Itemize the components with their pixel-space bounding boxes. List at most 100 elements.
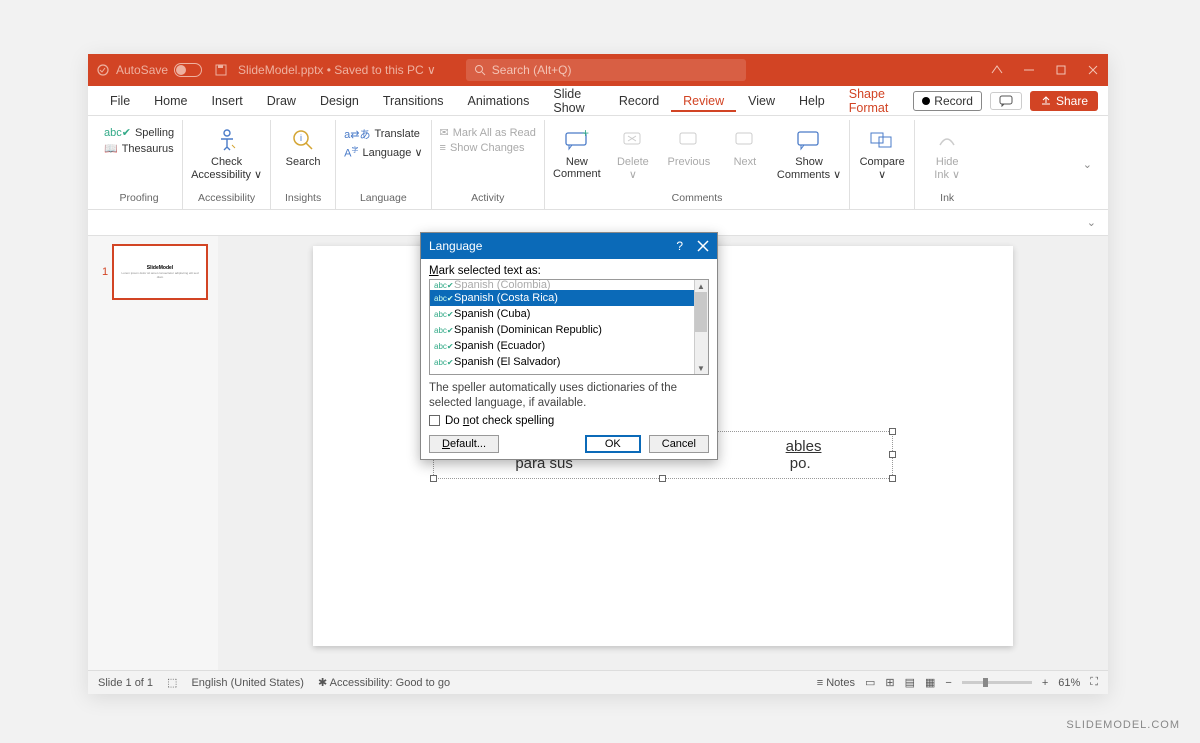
next-icon — [731, 126, 759, 154]
ink-icon — [933, 126, 961, 154]
list-item[interactable]: abc✔Spanish (El Salvador) — [430, 354, 708, 370]
zoom-slider[interactable] — [962, 681, 1032, 684]
default-button[interactable]: Default... — [429, 435, 499, 453]
tab-shape-format[interactable]: Shape Format — [837, 83, 914, 119]
zoom-out-icon[interactable]: − — [945, 677, 951, 689]
document-title[interactable]: SlideModel.pptx • Saved to this PC ∨ — [238, 63, 436, 77]
resize-handle[interactable] — [430, 475, 437, 482]
translate-button[interactable]: a⇄あTranslate — [344, 126, 420, 142]
toggle-switch[interactable] — [174, 63, 202, 77]
tab-home[interactable]: Home — [142, 90, 199, 112]
show-comments-icon — [795, 126, 823, 154]
new-comment-icon: + — [563, 126, 591, 154]
tab-file[interactable]: File — [98, 90, 142, 112]
language-listbox[interactable]: abc✔Spanish (Colombia) abc✔Spanish (Cost… — [429, 279, 709, 375]
tab-insert[interactable]: Insert — [200, 90, 255, 112]
list-item-selected[interactable]: abc✔Spanish (Costa Rica) — [430, 290, 708, 306]
new-comment-button[interactable]: +New Comment — [553, 126, 601, 180]
search-input[interactable]: Search (Alt+Q) — [466, 59, 746, 81]
reading-view-icon[interactable]: ▤ — [905, 676, 915, 689]
share-button[interactable]: Share — [1030, 91, 1098, 111]
save-icon[interactable] — [214, 63, 228, 77]
tab-animations[interactable]: Animations — [456, 90, 542, 112]
fit-to-window-icon[interactable]: ⛶ — [1090, 676, 1098, 689]
group-activity: ✉Mark All as Read ≡Show Changes Activity — [432, 120, 545, 209]
zoom-in-icon[interactable]: + — [1042, 677, 1048, 689]
comments-button[interactable] — [990, 92, 1022, 110]
normal-view-icon[interactable]: ▭ — [865, 676, 875, 689]
ribbon-display-icon[interactable] — [990, 63, 1004, 77]
thumbnail-pane[interactable]: 1 SlideModel Lorem ipsum dolor sit amet … — [88, 236, 218, 670]
share-icon — [1040, 95, 1052, 107]
checkbox-box[interactable] — [429, 415, 440, 426]
list-item[interactable]: abc✔Spanish (Cuba) — [430, 306, 708, 322]
ribbon: abc✔Spelling 📖Thesaurus Proofing Check A… — [88, 116, 1108, 210]
slide-thumbnail-1[interactable]: 1 SlideModel Lorem ipsum dolor sit amet … — [112, 244, 208, 300]
check-accessibility-button[interactable]: Check Accessibility ∨ — [191, 126, 262, 181]
list-item[interactable]: abc✔Spanish (Dominican Republic) — [430, 322, 708, 338]
close-icon[interactable] — [1086, 63, 1100, 77]
show-comments-button[interactable]: Show Comments ∨ — [777, 126, 841, 181]
language-icon: A字 — [344, 145, 358, 160]
maximize-icon[interactable] — [1054, 63, 1068, 77]
resize-handle[interactable] — [889, 451, 896, 458]
dialog-titlebar[interactable]: Language ? — [421, 233, 717, 259]
sorter-view-icon[interactable]: ⊞ — [885, 676, 894, 689]
language-status[interactable]: English (United States) — [191, 677, 304, 689]
language-button[interactable]: A字Language ∨ — [344, 145, 422, 160]
spellcheck-icon: abc✔ — [434, 342, 450, 351]
tab-view[interactable]: View — [736, 90, 787, 112]
svg-text:i: i — [300, 133, 302, 143]
tab-record[interactable]: Record — [607, 90, 671, 112]
resize-handle[interactable] — [889, 428, 896, 435]
thumb-number: 1 — [102, 266, 108, 278]
tab-design[interactable]: Design — [308, 90, 371, 112]
tab-review[interactable]: Review — [671, 90, 736, 112]
scroll-down-icon[interactable]: ▼ — [695, 362, 707, 374]
slideshow-view-icon[interactable]: ▦ — [925, 676, 935, 689]
chevron-down-icon[interactable]: ⌄ — [1087, 216, 1096, 229]
zoom-level[interactable]: 61% — [1058, 677, 1080, 689]
tab-slideshow[interactable]: Slide Show — [541, 83, 606, 119]
resize-handle[interactable] — [659, 475, 666, 482]
tab-transitions[interactable]: Transitions — [371, 90, 456, 112]
resize-handle[interactable] — [889, 475, 896, 482]
accessibility-icon — [213, 126, 241, 154]
record-dot-icon — [922, 97, 930, 105]
ribbon-collapse-icon[interactable]: ⌄ — [1083, 158, 1100, 171]
do-not-check-spelling-checkbox[interactable]: Do not check spelling — [429, 415, 709, 427]
search-button[interactable]: i Search — [279, 126, 327, 168]
thesaurus-button[interactable]: 📖Thesaurus — [104, 142, 174, 155]
list-item[interactable]: abc✔Spanish (Colombia) — [430, 280, 708, 290]
record-button[interactable]: Record — [913, 91, 982, 111]
tab-help[interactable]: Help — [787, 90, 837, 112]
tab-draw[interactable]: Draw — [255, 90, 308, 112]
cancel-button[interactable]: Cancel — [649, 435, 709, 453]
group-proofing: abc✔Spelling 📖Thesaurus Proofing — [96, 120, 183, 209]
spell-check-status-icon[interactable]: ⬚ — [167, 676, 177, 689]
close-dialog-icon[interactable] — [697, 240, 709, 252]
listbox-scrollbar[interactable]: ▲ ▼ — [694, 280, 708, 374]
mark-all-read-button: ✉Mark All as Read — [440, 126, 536, 139]
previous-comment-button: Previous — [665, 126, 713, 168]
autosave-icon — [96, 63, 110, 77]
help-icon[interactable]: ? — [676, 239, 683, 253]
ok-button[interactable]: OK — [585, 435, 641, 453]
compare-button[interactable]: Compare ∨ — [858, 126, 906, 181]
notes-button[interactable]: ≡ Notes — [817, 677, 855, 689]
spellcheck-icon: abc✔ — [434, 281, 450, 290]
group-compare: Compare ∨ — [850, 120, 915, 209]
changes-icon: ≡ — [440, 142, 446, 154]
speller-note: The speller automatically uses dictionar… — [429, 381, 709, 411]
language-dialog: Language ? Mark selected text as: abc✔Sp… — [420, 232, 718, 460]
list-item[interactable]: abc✔Spanish (Ecuador) — [430, 338, 708, 354]
autosave-toggle[interactable]: AutoSave — [96, 63, 202, 77]
minimize-icon[interactable] — [1022, 63, 1036, 77]
spelling-button[interactable]: abc✔Spelling — [104, 126, 174, 139]
accessibility-status[interactable]: ✱ Accessibility: Good to go — [318, 676, 450, 689]
spellcheck-icon: abc✔ — [434, 310, 450, 319]
scroll-thumb[interactable] — [695, 292, 707, 332]
title-bar: AutoSave SlideModel.pptx • Saved to this… — [88, 54, 1108, 86]
slide-counter[interactable]: Slide 1 of 1 — [98, 677, 153, 689]
scroll-up-icon[interactable]: ▲ — [695, 280, 707, 292]
